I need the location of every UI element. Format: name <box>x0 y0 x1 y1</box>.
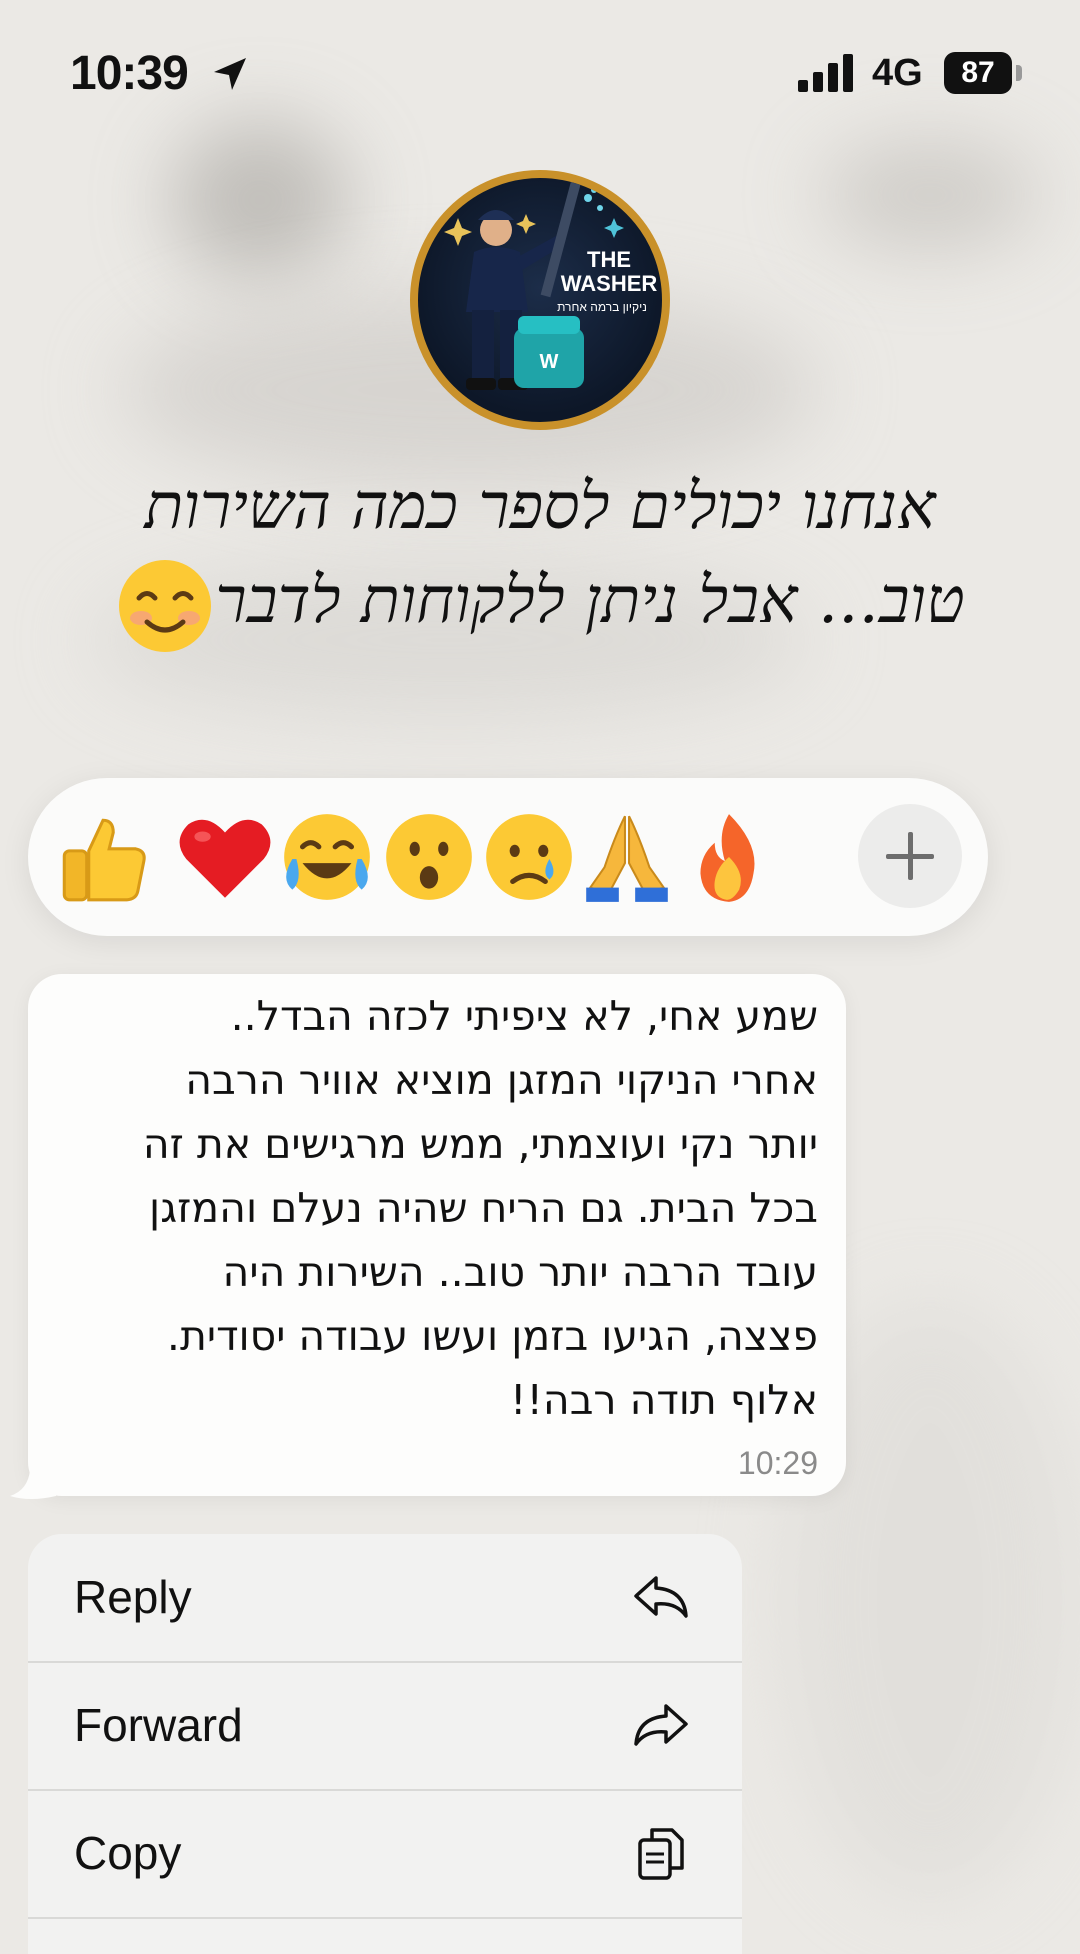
network-type: 4G <box>872 52 923 94</box>
reaction-thumbs-up[interactable] <box>50 806 152 908</box>
fire-icon <box>700 814 755 902</box>
more-reactions-button[interactable] <box>858 804 962 908</box>
folded-hands-icon <box>586 815 668 902</box>
avatar-title: THE WASHER <box>560 247 658 296</box>
smiling-face-icon <box>119 559 212 652</box>
message-line: שמע אחי, לא ציפיתי לכזה הבדל.. <box>230 992 818 1040</box>
story-caption-line-2: טוב... אבל ניתן ללקוחות לדבר <box>60 554 1020 656</box>
menu-item-reply[interactable]: Reply <box>28 1534 742 1663</box>
menu-item-label: Copy <box>74 1827 182 1879</box>
status-bar: 10:39 4G 87 <box>0 0 1080 150</box>
copy-icon <box>638 1828 684 1880</box>
message-line: פצצה, הגיעו בזמן ועשו עבודה יסודית. <box>166 1312 818 1360</box>
menu-item-label: Forward <box>74 1699 243 1751</box>
avatar-subtitle: ניקיון ברמה אחרת <box>557 300 647 314</box>
thumbs-up-icon <box>62 818 146 902</box>
status-time: 10:39 <box>70 47 189 100</box>
reaction-tears-of-joy[interactable] <box>276 806 378 908</box>
story-caption: אנחנו יכולים לספר כמה השירות טוב... אבל … <box>60 460 1020 656</box>
surprised-face-icon <box>386 814 472 900</box>
sad-tear-icon <box>486 814 572 900</box>
message-line: אלוף תודה רבה!! <box>510 1376 818 1424</box>
story-caption-line: אנחנו יכולים לספר כמה השירות <box>144 470 936 544</box>
red-heart-icon <box>179 819 271 898</box>
reaction-surprised[interactable] <box>378 806 480 908</box>
contact-avatar[interactable]: W THE WASHER ניקיון ברמה אחרת <box>410 170 670 430</box>
battery-level: 87 <box>961 56 995 89</box>
message-text: שמע אחי, לא ציפיתי לכזה הבדל.. אחרי הניק… <box>58 984 818 1432</box>
background-blur <box>820 140 1040 250</box>
message-context-menu: Reply Forward Copy <box>28 1534 742 1954</box>
tears-of-joy-icon <box>284 814 370 900</box>
reaction-fire[interactable] <box>678 806 780 908</box>
menu-item-forward[interactable]: Forward <box>28 1662 742 1791</box>
reply-icon <box>634 1576 688 1618</box>
menu-item-label: Reply <box>74 1571 192 1623</box>
reaction-red-heart[interactable] <box>174 806 276 908</box>
message-line: אחרי הניקוי המזגן מוציא אוויר הרבה <box>185 1056 818 1104</box>
message-line: יותר נקי ועוצמתי, ממש מרגישים את זה <box>142 1120 818 1168</box>
reaction-sad-tear[interactable] <box>478 806 580 908</box>
story-caption-text: טוב... אבל ניתן ללקוחות לדבר <box>215 564 965 638</box>
bubble-tail <box>10 1470 56 1499</box>
svg-text:W: W <box>540 351 559 373</box>
message-bubble[interactable]: שמע אחי, לא ציפיתי לכזה הבדל.. אחרי הניק… <box>28 974 846 1496</box>
location-arrow-icon <box>214 58 246 90</box>
message-line: עובד הרבה יותר טוב.. השירות היה <box>222 1248 818 1296</box>
reaction-picker <box>28 778 988 936</box>
battery-icon: 87 <box>944 52 1024 94</box>
message-line: בכל הבית. גם הריח שהיה נעלם והמזגן <box>149 1184 818 1232</box>
message-timestamp: 10:29 <box>737 1445 818 1481</box>
menu-item-copy[interactable]: Copy <box>28 1790 742 1919</box>
signal-bars-icon <box>798 54 853 92</box>
forward-icon <box>634 1704 688 1746</box>
reaction-folded-hands[interactable] <box>576 806 678 908</box>
